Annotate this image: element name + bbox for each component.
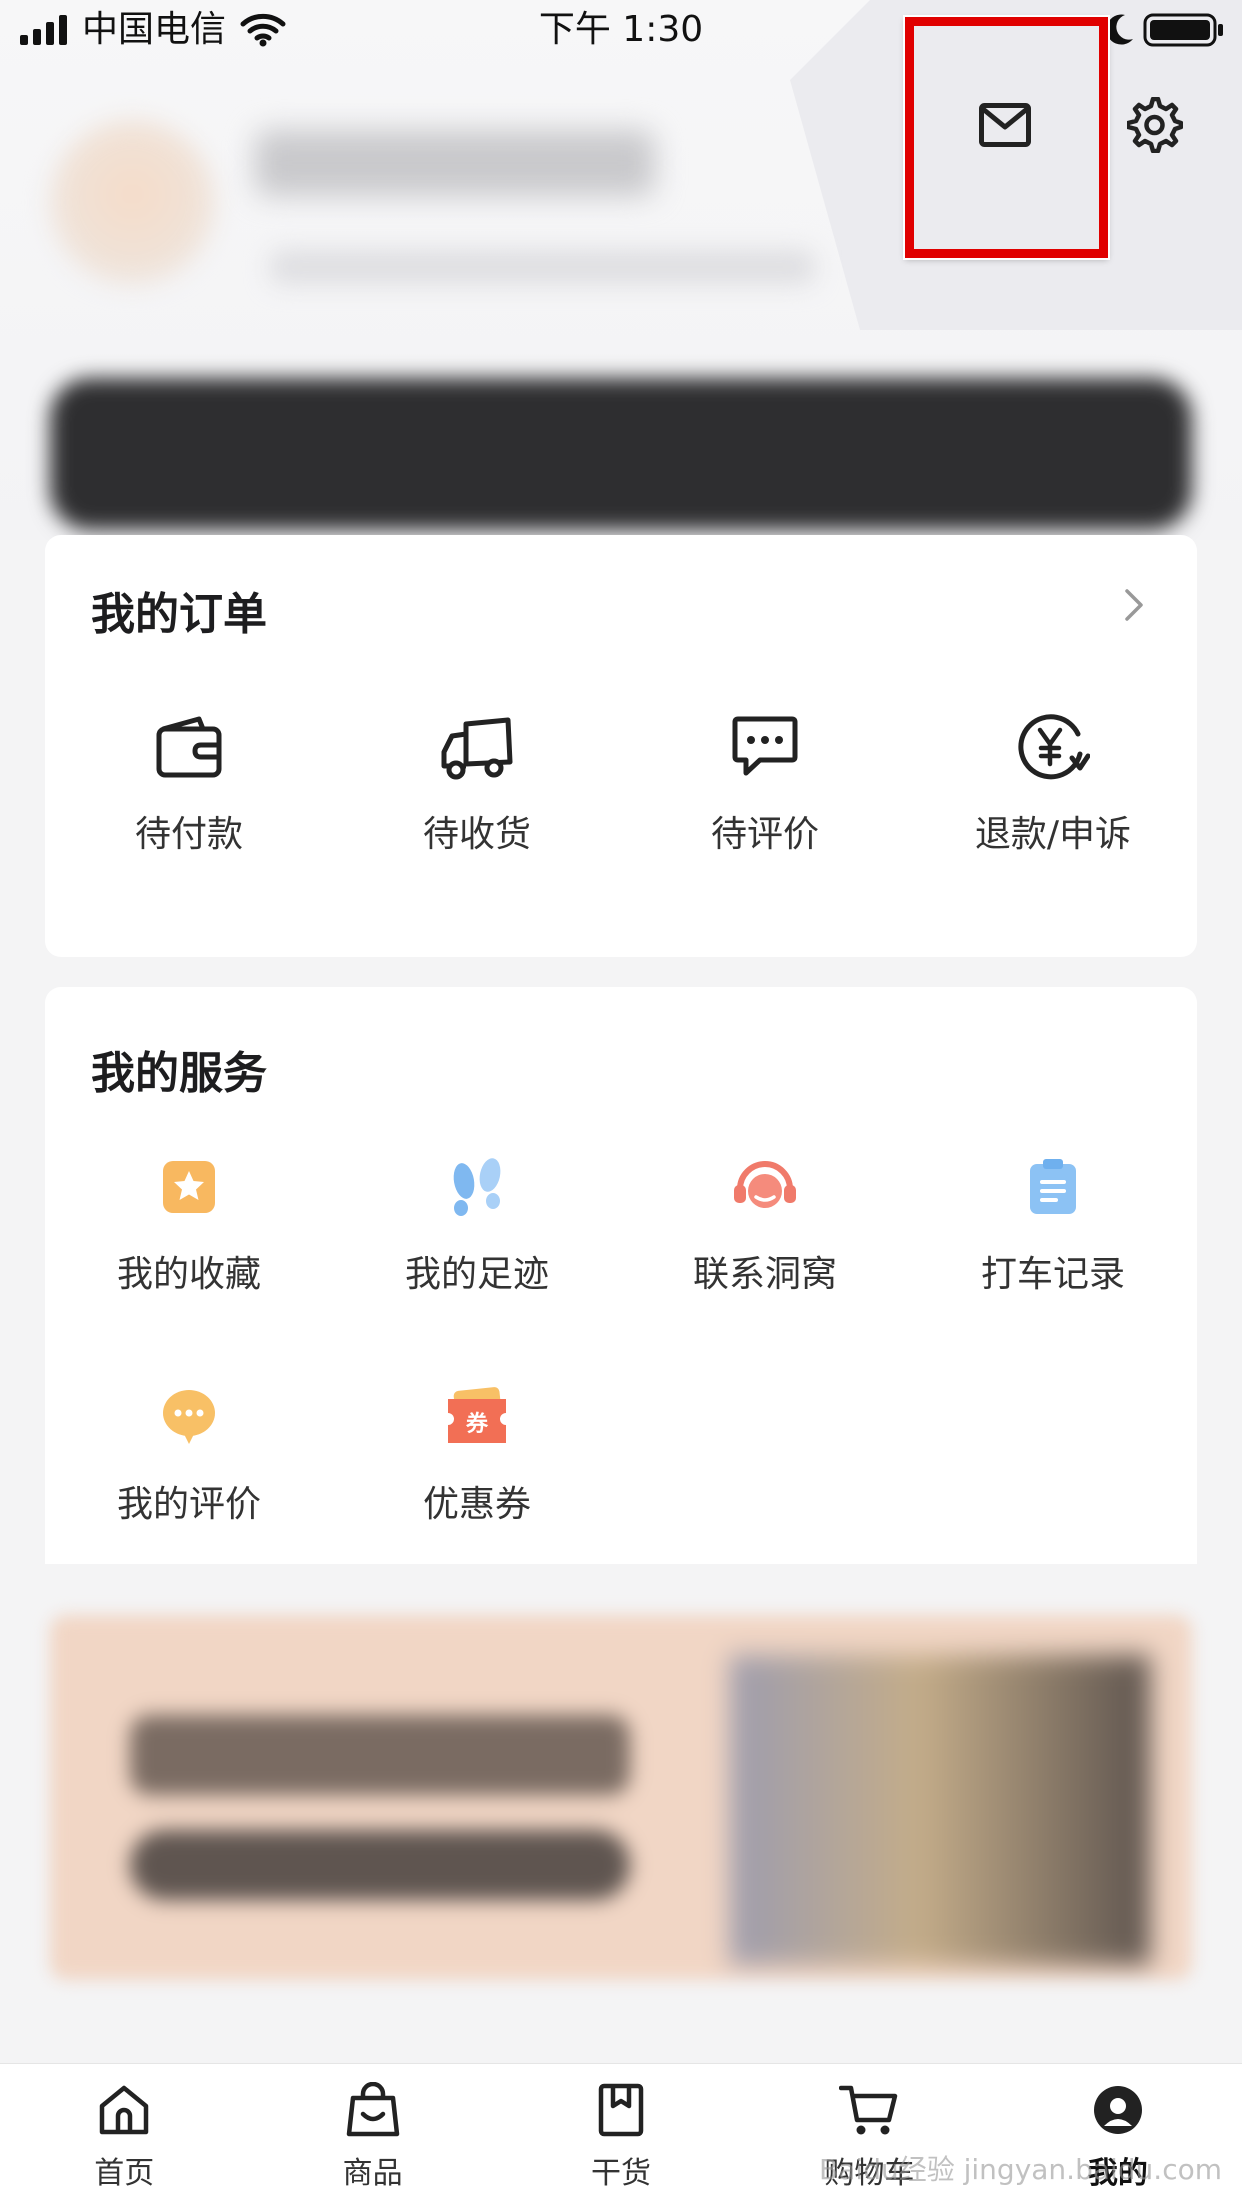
refund-icon xyxy=(1018,714,1090,780)
svg-text:券: 券 xyxy=(465,1411,489,1437)
services-title: 我的服务 xyxy=(91,1048,267,1099)
tab-label: 首页 xyxy=(94,2156,155,2191)
order-item-pending-delivery[interactable]: 待收货 xyxy=(333,707,621,857)
order-item-label: 待付款 xyxy=(134,814,243,855)
service-item-taxi-records[interactable]: 打车记录 xyxy=(909,1147,1197,1297)
service-item-contact[interactable]: 联系洞窝 xyxy=(621,1147,909,1297)
review-bubble-icon xyxy=(163,1390,215,1444)
order-item-label: 待收货 xyxy=(422,814,531,855)
tab-products[interactable]: 商品 xyxy=(248,2064,496,2209)
orders-title: 我的订单 xyxy=(91,589,267,640)
member-bar-blurred[interactable] xyxy=(50,378,1192,530)
clipboard-icon xyxy=(1030,1159,1076,1214)
service-item-label: 打车记录 xyxy=(980,1254,1125,1295)
home-icon xyxy=(99,2085,149,2135)
promo-banner[interactable] xyxy=(50,1615,1192,1980)
moon-icon xyxy=(1106,14,1133,45)
service-item-label: 我的足迹 xyxy=(404,1254,549,1295)
order-item-pending-payment[interactable]: 待付款 xyxy=(45,707,333,857)
profile-icon xyxy=(1093,2086,1142,2134)
orders-card: 我的订单 待付款 待收货 待评价 退款/申诉 xyxy=(45,535,1197,957)
message-button[interactable] xyxy=(935,80,1075,170)
tab-label: 商品 xyxy=(342,2156,403,2191)
service-item-label: 联系洞窝 xyxy=(692,1254,837,1295)
order-item-label: 退款/申诉 xyxy=(974,814,1132,855)
tab-label: 干货 xyxy=(591,2156,652,2191)
chevron-right-icon xyxy=(1125,589,1143,621)
order-item-pending-review[interactable]: 待评价 xyxy=(621,707,909,857)
gear-icon xyxy=(1127,97,1183,153)
watermark-text: Baidu经验 jingyan.baidu.com xyxy=(819,2153,1222,2186)
service-item-reviews[interactable]: 我的评价 xyxy=(45,1377,333,1527)
coupon-icon: 券 xyxy=(448,1387,506,1443)
order-item-refund[interactable]: 退款/申诉 xyxy=(909,707,1197,857)
status-right xyxy=(1105,12,1225,48)
bookmark-book-icon xyxy=(598,2083,644,2137)
delivery-truck-icon xyxy=(441,717,513,780)
orders-more-arrow[interactable] xyxy=(1123,587,1145,627)
user-subtitle-blurred xyxy=(270,250,815,284)
cart-icon xyxy=(839,2085,898,2135)
customer-service-icon xyxy=(734,1161,796,1208)
wallet-icon xyxy=(156,716,222,778)
service-item-favorites[interactable]: 我的收藏 xyxy=(45,1147,333,1297)
service-item-label: 优惠券 xyxy=(422,1484,531,1525)
user-name-blurred xyxy=(255,130,655,196)
order-item-label: 待评价 xyxy=(710,814,819,855)
service-item-footprints[interactable]: 我的足迹 xyxy=(333,1147,621,1297)
favorite-star-icon xyxy=(163,1161,215,1213)
battery-icon xyxy=(1143,13,1223,47)
service-item-label: 我的收藏 xyxy=(116,1254,261,1295)
settings-button[interactable] xyxy=(1115,90,1195,160)
service-item-coupons[interactable]: 券 优惠券 xyxy=(333,1377,621,1527)
mail-icon xyxy=(979,103,1031,147)
service-item-label: 我的评价 xyxy=(116,1484,261,1525)
shopping-bag-icon xyxy=(346,2082,399,2137)
services-card: 我的服务 我的收藏 我的足迹 联系洞窝 打车记录 我的评价 券 优惠券 xyxy=(45,987,1197,1564)
tab-articles[interactable]: 干货 xyxy=(497,2064,745,2209)
avatar[interactable] xyxy=(50,120,215,285)
comment-icon xyxy=(732,716,798,776)
footprints-icon xyxy=(453,1158,501,1216)
tab-home[interactable]: 首页 xyxy=(0,2064,248,2209)
